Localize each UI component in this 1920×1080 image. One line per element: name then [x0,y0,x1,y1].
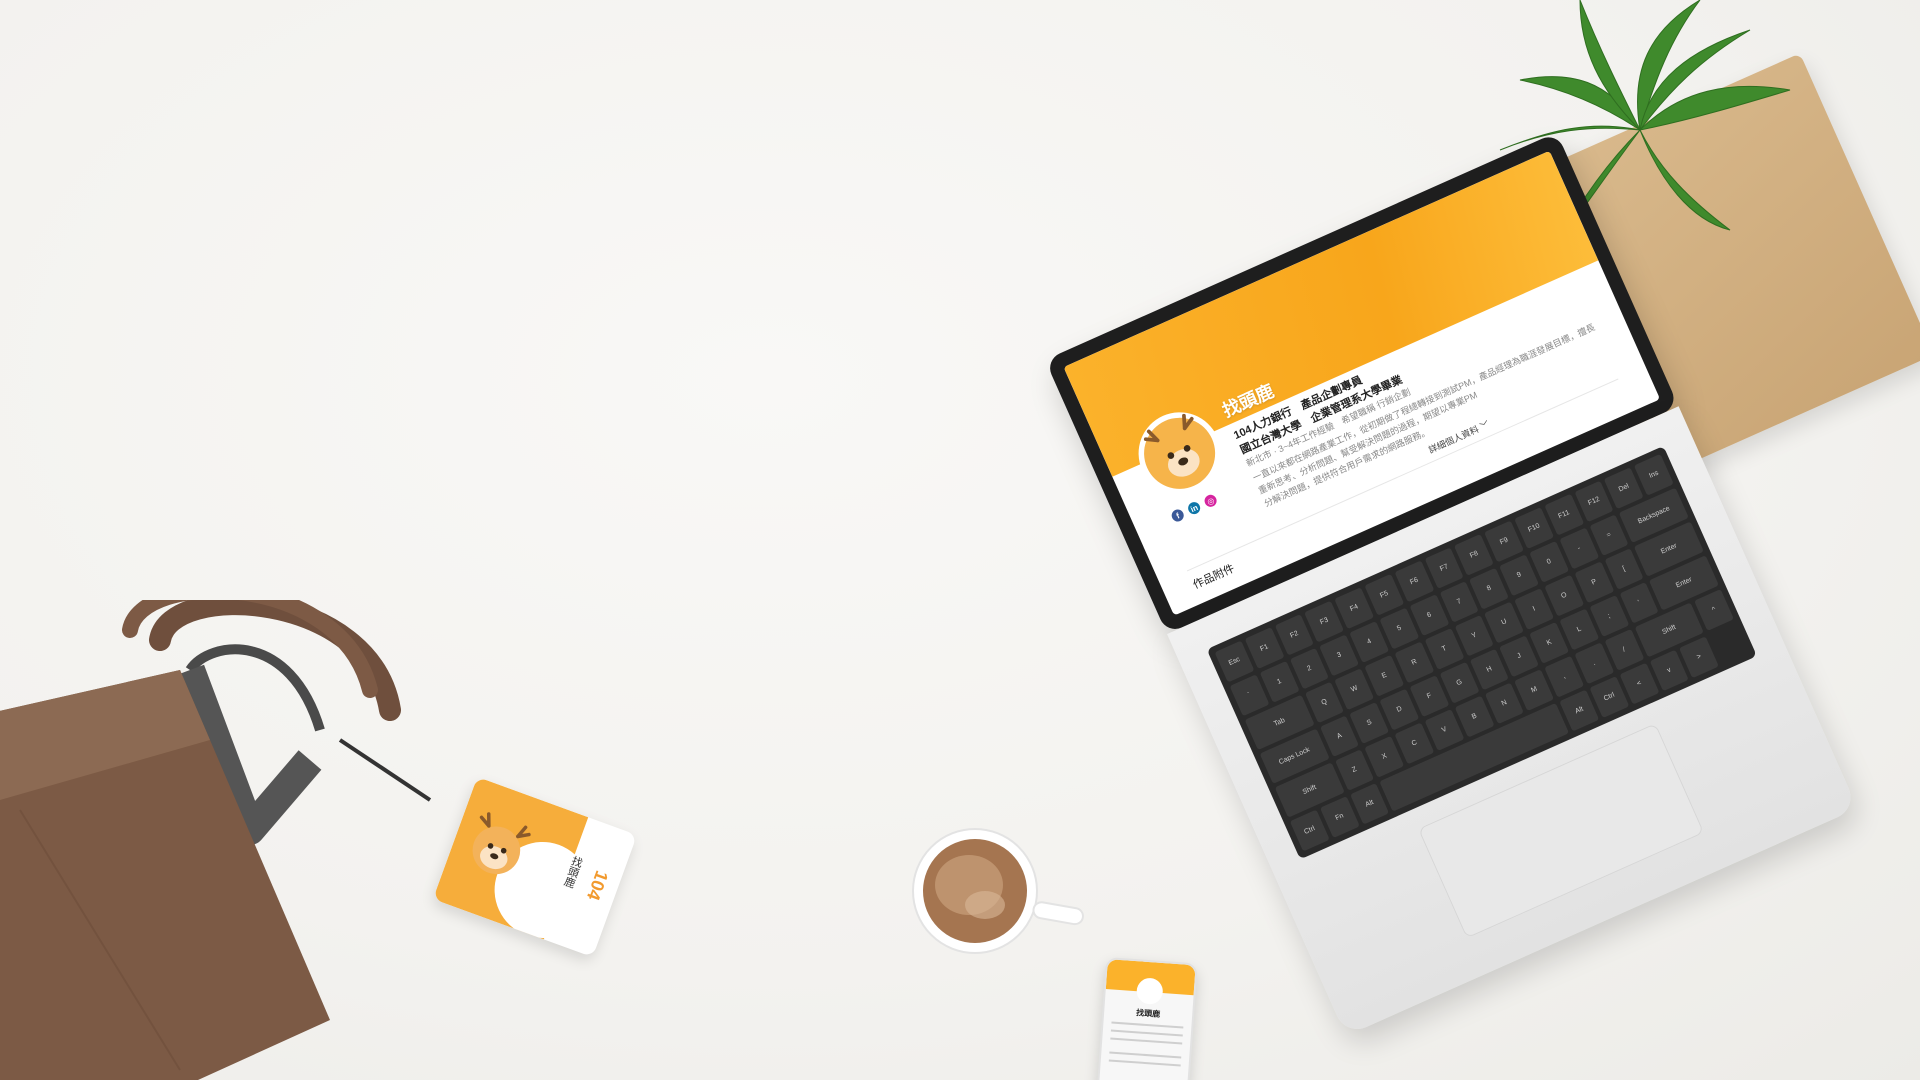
phone-avatar [1135,977,1164,1006]
phone-profile-name: 找頭鹿 [1135,1008,1161,1019]
smartphone: 找頭鹿 [1094,956,1198,1080]
phone-text-line [1110,1037,1183,1045]
phone-text-line [1111,1021,1184,1029]
linkedin-icon[interactable]: in [1186,500,1203,517]
phone-text-line [1110,1029,1183,1037]
facebook-icon[interactable]: f [1169,507,1186,524]
phone-text-line [1108,1059,1181,1067]
phone-text-line [1109,1051,1182,1059]
social-links: f in ◎ [1169,492,1219,524]
instagram-icon[interactable]: ◎ [1202,492,1219,509]
desk-scene: 找頭鹿 104 找頭鹿 104人力銀行 產品企劃專員 國立台灣大學 企業管理系大… [0,0,1920,1080]
tote-bag [0,600,432,1080]
coffee-cup-icon [912,828,1084,954]
